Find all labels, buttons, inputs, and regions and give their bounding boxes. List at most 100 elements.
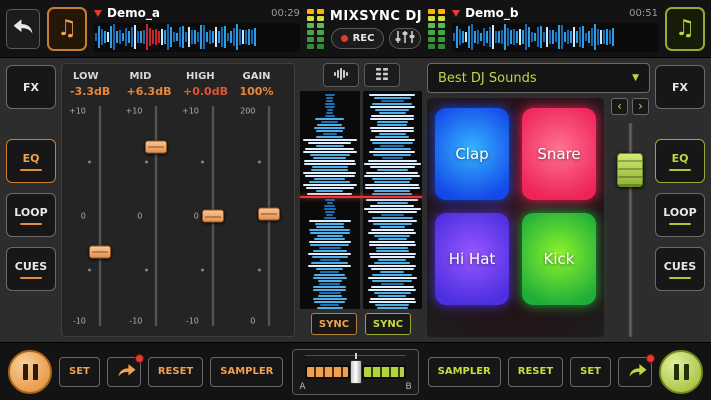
deck-a-fx-button[interactable]: FX — [6, 65, 56, 109]
back-button[interactable] — [6, 9, 40, 49]
crossfader-handle[interactable] — [350, 360, 362, 384]
next-page-button[interactable]: › — [632, 98, 649, 115]
deck-a-set-button[interactable]: SET — [59, 357, 100, 387]
deck-a-cue-marker — [94, 10, 102, 17]
scale-bottom: 0 — [237, 317, 256, 326]
deck-b-sampler-button[interactable]: SAMPLER — [428, 357, 501, 387]
channel-label: HIGH — [180, 71, 233, 82]
sample-pads-grid: Clap Snare Hi Hat Kick — [427, 98, 604, 337]
mid-slider-handle[interactable] — [145, 140, 167, 153]
deck-b-cue-marker — [452, 10, 460, 17]
deck-a-sampler-button[interactable]: SAMPLER — [210, 357, 283, 387]
fx-label: FX — [672, 81, 688, 94]
low-slider-handle[interactable] — [89, 245, 111, 258]
gain-slider[interactable]: 200 0 — [237, 104, 290, 328]
crossfader-b-segment — [364, 367, 404, 377]
prev-page-button[interactable]: ‹ — [611, 98, 628, 115]
scale-tick — [201, 161, 204, 164]
scale-top: +10 — [124, 106, 143, 115]
loop-underline — [20, 223, 42, 225]
deck-b-fx-button[interactable]: FX — [655, 65, 705, 109]
channel-value: -3.3dB — [67, 85, 120, 98]
deck-b-share-button[interactable] — [618, 357, 652, 387]
mid-slider[interactable]: +10 0 -10 — [124, 104, 177, 328]
deck-a-vertical-waveform[interactable] — [300, 91, 360, 309]
deck-a-eq-button[interactable]: EQ — [6, 139, 56, 183]
rec-label: REC — [353, 33, 375, 44]
music-note-icon: ♫ — [675, 16, 695, 41]
slider-track — [155, 106, 158, 326]
grid-view-button[interactable] — [364, 63, 400, 87]
notification-dot — [646, 354, 655, 363]
deck-b-reset-button[interactable]: RESET — [508, 357, 563, 387]
scrolling-waveforms-panel: SYNC SYNC — [300, 63, 422, 337]
high-slider-handle[interactable] — [202, 210, 224, 223]
deck-b-time: 00:51 — [629, 8, 658, 19]
sliders-icon — [394, 29, 416, 48]
cues-label: CUES — [664, 260, 696, 273]
cues-underline — [669, 277, 691, 279]
reset-label: RESET — [518, 366, 553, 377]
deck-b-vertical-waveform[interactable] — [363, 91, 423, 309]
deck-a-library-button[interactable]: ♫ — [47, 7, 87, 51]
scale-tick — [145, 161, 148, 164]
deck-a-share-button[interactable] — [107, 357, 141, 387]
pause-icon — [684, 364, 689, 380]
deck-b-library-button[interactable]: ♫ — [665, 7, 705, 51]
crossfader-b-label: B — [405, 382, 411, 392]
scale-top: +10 — [67, 106, 86, 115]
high-slider[interactable]: +10 0 -10 — [180, 104, 233, 328]
scale-mid: 0 — [124, 212, 143, 221]
mixer-channel-high: HIGH +0.0dB +10 0 -10 — [178, 71, 235, 328]
share-arrow-icon — [117, 362, 137, 382]
scale-bottom: -10 — [124, 317, 143, 326]
deck-b-eq-button[interactable]: EQ — [655, 139, 705, 183]
mixer-settings-button[interactable] — [389, 28, 421, 49]
pad-kick[interactable]: Kick — [522, 213, 596, 305]
record-button[interactable]: REC — [331, 28, 385, 49]
pad-clap[interactable]: Clap — [435, 108, 509, 200]
scale-bottom: -10 — [180, 317, 199, 326]
deck-b-sync-button[interactable]: SYNC — [365, 313, 411, 335]
gain-slider-handle[interactable] — [258, 207, 280, 220]
scale-mid: 0 — [67, 212, 86, 221]
pad-hihat[interactable]: Hi Hat — [435, 213, 509, 305]
loop-label: LOOP — [14, 206, 47, 219]
deck-a-loop-button[interactable]: LOOP — [6, 193, 56, 237]
transport-bar: SET RESET SAMPLER A B SAMPLER — [0, 342, 711, 400]
deck-a-reset-button[interactable]: RESET — [148, 357, 203, 387]
sampler-volume-slider[interactable] — [628, 123, 633, 337]
volume-handle[interactable] — [617, 153, 643, 187]
sample-pack-dropdown[interactable]: Best DJ Sounds ▼ — [427, 63, 650, 93]
scale-tick — [145, 268, 148, 271]
deck-b-title: Demo_b — [465, 6, 624, 20]
deck-a-play-pause-button[interactable] — [8, 350, 52, 394]
deck-a-sync-button[interactable]: SYNC — [311, 313, 357, 335]
deck-a-header: Demo_a 00:29 — [94, 6, 300, 52]
crossfader-track[interactable] — [305, 365, 405, 379]
mixer-channel-gain: GAIN 100% 200 0 — [235, 71, 292, 328]
deck-b-cues-button[interactable]: CUES — [655, 247, 705, 291]
sync-label: SYNC — [319, 319, 349, 330]
master-cluster: MIXSYNC DJ REC — [307, 9, 445, 49]
deck-a-waveform[interactable] — [94, 23, 300, 52]
sampler-volume-column: ‹ › — [610, 98, 650, 337]
sync-label: SYNC — [373, 319, 403, 330]
deck-a-cues-button[interactable]: CUES — [6, 247, 56, 291]
chevron-down-icon: ▼ — [632, 73, 639, 83]
scale-top: +10 — [180, 106, 199, 115]
deck-b-set-button[interactable]: SET — [570, 357, 611, 387]
notification-dot — [135, 354, 144, 363]
crossfader[interactable]: A B — [292, 349, 418, 395]
deck-b-play-pause-button[interactable] — [659, 350, 703, 394]
waveform-view-button[interactable] — [323, 63, 359, 87]
pad-label: Hi Hat — [449, 250, 496, 268]
low-slider[interactable]: +10 0 -10 — [67, 104, 120, 328]
sampler-panel: Best DJ Sounds ▼ Clap Snare Hi Hat Kick — [427, 63, 650, 337]
deck-b-waveform[interactable] — [452, 23, 658, 52]
pad-label: Kick — [544, 250, 575, 268]
rec-indicator-dot — [341, 35, 348, 42]
deck-b-loop-button[interactable]: LOOP — [655, 193, 705, 237]
pad-snare[interactable]: Snare — [522, 108, 596, 200]
sampler-label: SAMPLER — [220, 366, 273, 377]
